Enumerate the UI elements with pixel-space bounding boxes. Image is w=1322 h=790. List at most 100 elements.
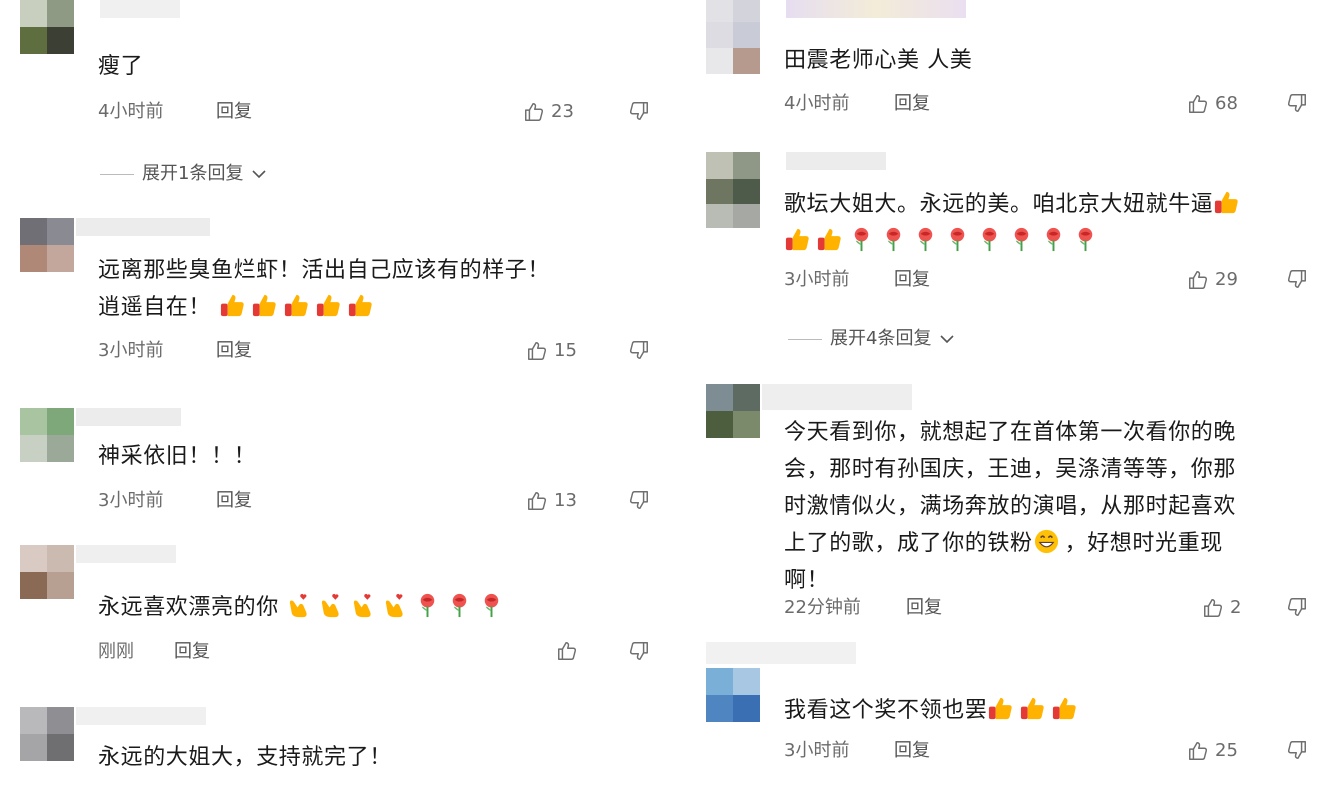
comment-text: 瘦了 — [98, 54, 144, 79]
username-blurred[interactable] — [76, 707, 206, 725]
reply-button[interactable]: 回复 — [216, 339, 252, 363]
rose-emoji — [976, 226, 1003, 253]
rose-emoji — [880, 226, 907, 253]
expand-label: 展开4条回复 — [830, 328, 932, 349]
username-blurred[interactable] — [76, 545, 176, 563]
thumbs-up-emoji — [1213, 189, 1240, 216]
rose-emoji — [414, 592, 441, 619]
thumbs-up-emoji — [315, 292, 342, 319]
thumbs-up-emoji — [347, 292, 374, 319]
thumbs-up-emoji — [784, 226, 811, 253]
comment-time: 3小时前 — [784, 269, 850, 290]
rose-emoji — [1008, 226, 1035, 253]
reply-button[interactable]: 回复 — [894, 268, 930, 292]
comment-meta: 3小时前 回复 13 — [98, 489, 658, 513]
like-button[interactable]: 15 — [526, 339, 577, 363]
comment-text: 歌坛大姐大。永远的美。咱北京大妞就牛逼 — [784, 186, 1314, 260]
thumbs-up-icon — [526, 490, 548, 512]
comment-text-body: 永远喜欢漂亮的你 — [98, 595, 279, 620]
like-button[interactable]: 68 — [1187, 92, 1238, 116]
like-count: 68 — [1215, 93, 1238, 114]
comment-meta: 4小时前 回复 23 — [98, 100, 658, 124]
like-count: 25 — [1215, 740, 1238, 761]
like-button[interactable]: 25 — [1187, 739, 1238, 763]
thumbs-down-icon[interactable] — [628, 339, 650, 361]
avatar[interactable] — [20, 218, 74, 272]
comment-column-left: 瘦了 4小时前 回复 23 展开1条回复 远离那些臭鱼烂虾！活出自己应该有的样子… — [20, 0, 640, 790]
thumbs-up-icon — [1187, 93, 1209, 115]
comment-time: 刚刚 — [98, 641, 134, 662]
divider-line — [788, 338, 822, 340]
thumbs-up-emoji — [987, 695, 1014, 722]
comment-text: 永远喜欢漂亮的你 — [98, 589, 510, 626]
comment-text: 神采依旧！！！ — [98, 444, 257, 469]
thumbs-down-icon[interactable] — [1286, 596, 1308, 618]
thumbs-up-emoji — [816, 226, 843, 253]
finger-heart-emoji — [286, 592, 313, 619]
rose-emoji — [478, 592, 505, 619]
comment-text-body: 我看这个奖不领也罢 — [784, 698, 988, 723]
username-blurred[interactable] — [76, 408, 181, 426]
avatar[interactable] — [706, 668, 760, 722]
thumbs-down-icon[interactable] — [628, 640, 650, 662]
thumbs-down-icon[interactable] — [628, 489, 650, 511]
like-button[interactable]: 29 — [1187, 268, 1238, 292]
comment-time: 3小时前 — [98, 490, 164, 511]
comment-time: 22分钟前 — [784, 597, 861, 618]
thumbs-up-icon — [1187, 740, 1209, 762]
emoji-row — [211, 295, 379, 320]
like-button[interactable] — [556, 640, 578, 662]
like-count: 23 — [551, 101, 574, 122]
avatar[interactable] — [706, 0, 760, 74]
grin-emoji — [1033, 528, 1060, 555]
username-blurred[interactable] — [786, 0, 966, 18]
expand-label: 展开1条回复 — [142, 163, 244, 184]
rose-emoji — [1072, 226, 1099, 253]
username-blurred[interactable] — [100, 0, 180, 18]
like-button[interactable]: 13 — [526, 489, 577, 513]
reply-button[interactable]: 回复 — [894, 739, 930, 763]
username-blurred[interactable] — [762, 384, 912, 410]
thumbs-up-icon — [556, 640, 578, 662]
thumbs-down-icon[interactable] — [1286, 92, 1308, 114]
thumbs-up-icon — [1187, 269, 1209, 291]
reply-button[interactable]: 回复 — [894, 92, 930, 116]
avatar[interactable] — [706, 384, 760, 438]
username-blurred[interactable] — [706, 642, 856, 664]
comment-time: 3小时前 — [98, 340, 164, 361]
rose-emoji — [912, 226, 939, 253]
thumbs-up-icon — [526, 340, 548, 362]
avatar[interactable] — [20, 707, 74, 761]
username-blurred[interactable] — [786, 152, 886, 170]
comment-meta: 3小时前 回复 29 — [784, 268, 1322, 292]
like-count: 15 — [554, 340, 577, 361]
avatar[interactable] — [20, 0, 74, 54]
comment-meta: 刚刚 回复 — [98, 640, 658, 664]
avatar[interactable] — [20, 408, 74, 462]
comment-text: 田震老师心美 人美 — [784, 48, 973, 73]
comment-time: 4小时前 — [98, 101, 164, 122]
avatar[interactable] — [20, 545, 74, 599]
thumbs-up-emoji — [251, 292, 278, 319]
comment-meta: 4小时前 回复 68 — [784, 92, 1322, 116]
expand-replies-button[interactable]: 展开1条回复 — [100, 162, 267, 186]
rose-emoji — [944, 226, 971, 253]
reply-button[interactable]: 回复 — [216, 489, 252, 513]
like-button[interactable]: 23 — [523, 100, 574, 124]
thumbs-up-emoji — [219, 292, 246, 319]
chevron-down-icon — [251, 166, 267, 182]
like-count: 13 — [554, 490, 577, 511]
comment-text: 永远的大姐大，支持就完了！ — [98, 745, 392, 770]
reply-button[interactable]: 回复 — [906, 596, 942, 620]
divider-line — [100, 173, 134, 175]
like-button[interactable]: 2 — [1202, 596, 1241, 620]
username-blurred[interactable] — [76, 218, 210, 236]
thumbs-down-icon[interactable] — [1286, 268, 1308, 290]
avatar[interactable] — [706, 152, 760, 228]
thumbs-down-icon[interactable] — [628, 100, 650, 122]
thumbs-down-icon[interactable] — [1286, 739, 1308, 761]
thumbs-up-emoji — [1051, 695, 1078, 722]
reply-button[interactable]: 回复 — [174, 640, 210, 664]
expand-replies-button[interactable]: 展开4条回复 — [788, 327, 955, 351]
reply-button[interactable]: 回复 — [216, 100, 252, 124]
